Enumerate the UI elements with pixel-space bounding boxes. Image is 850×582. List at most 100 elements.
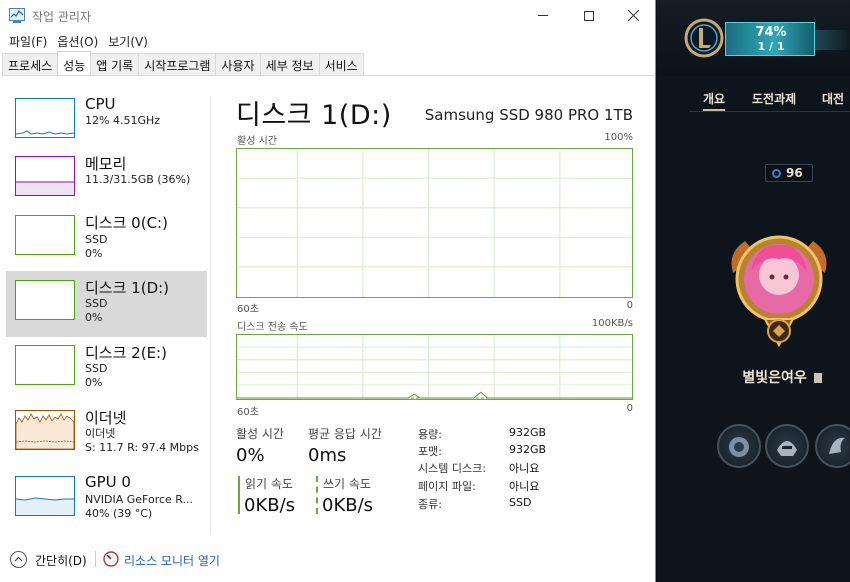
poro-emote-icon: [729, 437, 749, 457]
sidebar-sub: 11.3/31.5GB (36%): [85, 173, 191, 186]
system-disk-key: 시스템 디스크:: [418, 462, 486, 475]
type-key: 종류:: [418, 498, 442, 511]
tab-app-history[interactable]: 앱 기록: [90, 53, 140, 75]
cpu-mini-graph: [15, 98, 75, 138]
emote-icon-1[interactable]: [717, 424, 761, 468]
transfer-graph-left: 60초: [237, 407, 259, 418]
sidebar-item-disk-2[interactable]: 디스크 2(E:) SSD 0%: [6, 336, 207, 402]
read-speed-label: 읽기 속도: [245, 477, 293, 491]
sidebar-sub: SSD: [85, 362, 108, 375]
read-speed-indicator: [238, 476, 240, 514]
panel-divider: [210, 96, 211, 534]
tab-startup[interactable]: 시작프로그램: [138, 53, 217, 75]
transfer-graph-max: 100KB/s: [591, 318, 633, 329]
menu-file[interactable]: 파일(F): [0, 31, 47, 51]
pass-bar-tail: [815, 30, 850, 50]
league-logo-icon[interactable]: [684, 18, 724, 58]
open-resource-monitor-link[interactable]: 리소스 모니터 열기: [124, 552, 220, 569]
sidebar-sub: SSD: [85, 233, 108, 246]
close-button[interactable]: [610, 0, 655, 31]
sidebar-sub: 12% 4.51GHz: [85, 114, 161, 127]
sidebar-item-disk-1[interactable]: 디스크 1(D:) SSD 0%: [6, 271, 207, 337]
minimize-button[interactable]: [520, 0, 566, 31]
transfer-graph-label: 디스크 전송 속도: [237, 322, 308, 333]
active-time-graph-max: 100%: [604, 132, 633, 143]
title-bar[interactable]: 작업 관리자: [0, 0, 655, 31]
close-icon: [627, 10, 639, 21]
format-value: 932GB: [509, 443, 547, 456]
menu-options[interactable]: 옵션(O): [48, 31, 98, 51]
disk2-mini-graph: [15, 345, 75, 385]
sidebar-item-cpu[interactable]: CPU 12% 4.51GHz: [6, 92, 207, 158]
nav-divider: [689, 111, 850, 112]
pass-count: 1 / 1: [757, 40, 785, 53]
task-manager-app-icon: [9, 8, 25, 23]
read-speed-value: 0KB/s: [244, 495, 296, 516]
transfer-rate-graph: [236, 334, 633, 400]
write-speed-label: 쓰기 속도: [323, 477, 371, 491]
tab-details[interactable]: 세부 정보: [259, 53, 320, 75]
sidebar-label: 디스크 0(C:): [85, 214, 168, 232]
summoner-level: 96: [786, 166, 803, 180]
page-file-key: 페이지 파일:: [418, 480, 476, 493]
tab-overview[interactable]: 개요: [703, 90, 726, 111]
summoner-level-badge: 96: [765, 164, 813, 182]
response-time-label: 평균 응답 시간: [308, 427, 382, 441]
tab-users[interactable]: 사용자: [215, 53, 261, 75]
disk0-mini-graph: [15, 215, 75, 255]
sidebar-label: GPU 0: [85, 473, 131, 491]
tab-processes[interactable]: 프로세스: [2, 53, 59, 75]
sidebar-label: CPU: [85, 95, 116, 113]
summoner-avatar[interactable]: [727, 233, 831, 351]
emote-icon-3[interactable]: [815, 424, 850, 468]
tab-services[interactable]: 서비스: [318, 53, 364, 75]
resource-monitor-icon: [103, 551, 119, 567]
tab-challenges[interactable]: 도전과제: [752, 90, 796, 107]
write-speed-value: 0KB/s: [322, 495, 374, 516]
sidebar-item-gpu[interactable]: GPU 0 NVIDIA GeForce R... 40% (39 °C): [6, 467, 207, 533]
disk1-mini-graph: [15, 280, 75, 320]
sidebar-sub: 0%: [85, 311, 103, 324]
type-value: SSD: [509, 496, 532, 509]
active-time-graph-label: 활성 시간: [237, 136, 277, 147]
disk-model: Samsung SSD 980 PRO 1TB: [424, 106, 633, 124]
tab-bar: 프로세스 성능 앱 기록 시작프로그램 사용자 세부 정보 서비스: [2, 51, 654, 76]
fewer-details-link[interactable]: 간단히(D): [35, 552, 87, 569]
menu-bar: 파일(F) 옵션(O) 보기(V): [0, 31, 149, 51]
menu-view[interactable]: 보기(V): [99, 31, 148, 51]
format-key: 포맷:: [418, 445, 442, 458]
gpu-mini-graph: [15, 476, 75, 516]
sidebar-sub: 이더넷: [85, 427, 116, 440]
ethernet-mini-graph: [15, 410, 75, 450]
helmet-emote-icon: [777, 441, 797, 456]
chevron-up-icon: [14, 556, 23, 562]
name-tag-icon: [813, 373, 822, 383]
sidebar-label: 메모리: [85, 155, 127, 173]
active-time-label: 활성 시간: [236, 427, 284, 441]
level-ring-icon: [772, 169, 781, 178]
sidebar-sub: SSD: [85, 297, 108, 310]
tab-matches[interactable]: 대전: [822, 90, 844, 107]
fewer-details-button[interactable]: [10, 551, 27, 568]
sidebar-item-ethernet[interactable]: 이더넷 이더넷 S: 11.7 R: 97.4 Mbps: [6, 401, 207, 467]
claw-emote-icon: [829, 437, 845, 454]
system-disk-value: 아니요: [509, 462, 540, 475]
maximize-button[interactable]: [566, 0, 612, 31]
response-time-value: 0ms: [308, 445, 347, 466]
tab-performance[interactable]: 성능: [57, 51, 92, 75]
capacity-key: 용량:: [418, 428, 442, 441]
transfer-graph-right: 0: [626, 403, 633, 414]
capacity-value: 932GB: [509, 426, 547, 439]
active-time-graph: [236, 148, 633, 298]
sidebar-label: 디스크 1(D:): [85, 279, 170, 297]
sidebar-item-disk-0[interactable]: 디스크 0(C:) SSD 0%: [6, 206, 207, 272]
emote-icon-2[interactable]: [765, 424, 809, 468]
event-pass-progress[interactable]: 74% 1 / 1: [725, 22, 815, 56]
sidebar-sub: S: 11.7 R: 97.4 Mbps: [85, 441, 199, 454]
sidebar-sub: 0%: [85, 376, 103, 389]
memory-mini-graph: [15, 156, 75, 196]
sidebar-sub: NVIDIA GeForce R...: [85, 493, 194, 506]
active-time-value: 0%: [236, 445, 265, 466]
game-client-panel: 74% 1 / 1 개요 도전과제 대전 96 별빛은여우: [657, 0, 850, 582]
footer-separator: [95, 551, 96, 567]
